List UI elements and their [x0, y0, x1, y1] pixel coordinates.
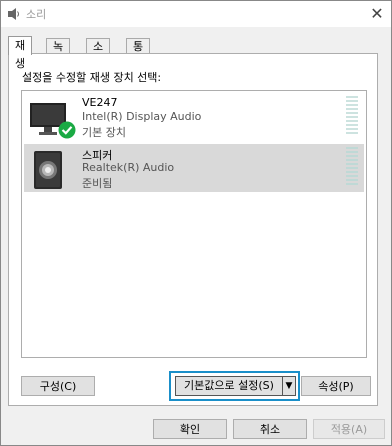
device-row-ve247[interactable]: VE247 Intel(R) Display Audio 기본 장치 [24, 93, 364, 141]
tab-playback[interactable]: 재생 [8, 36, 33, 70]
configure-button[interactable]: 구성(C) [21, 376, 95, 396]
window-title: 소리 [26, 8, 47, 21]
cancel-button[interactable]: 취소 [233, 419, 307, 439]
device-status: 준비됨 [82, 177, 113, 190]
device-list: VE247 Intel(R) Display Audio 기본 장치 스피커 R… [21, 90, 367, 358]
ok-button[interactable]: 확인 [153, 419, 227, 439]
default-check-icon [58, 121, 76, 139]
instruction-label: 설정을 수정할 재생 장치 선택: [22, 71, 162, 84]
sound-icon [8, 8, 19, 20]
device-driver: Intel(R) Display Audio [82, 110, 202, 123]
set-default-highlight: 기본값으로 설정(S) ▼ [169, 371, 300, 401]
speaker-icon [34, 151, 62, 189]
playback-panel: 설정을 수정할 재생 장치 선택: VE247 Intel(R) Display… [8, 53, 378, 406]
device-row-speaker[interactable]: 스피커 Realtek(R) Audio 준비됨 [24, 144, 364, 192]
set-default-button[interactable]: 기본값으로 설정(S) [175, 376, 283, 396]
volume-meter [346, 147, 358, 189]
device-name: VE247 [82, 96, 118, 109]
sound-dialog: 소리 ✕ 재생 녹음 소리 통신 설정을 수정할 재생 장치 선택: VE24 [0, 0, 392, 446]
set-default-dropdown[interactable]: ▼ [282, 376, 296, 396]
device-status: 기본 장치 [82, 126, 126, 139]
device-driver: Realtek(R) Audio [82, 161, 175, 174]
title-bar: 소리 ✕ [1, 1, 391, 27]
close-button[interactable]: ✕ [363, 1, 391, 27]
properties-button[interactable]: 속성(P) [301, 376, 371, 396]
dropdown-arrow-icon: ▼ [285, 381, 293, 391]
apply-button[interactable]: 적용(A) [313, 419, 385, 439]
volume-meter [346, 96, 358, 138]
